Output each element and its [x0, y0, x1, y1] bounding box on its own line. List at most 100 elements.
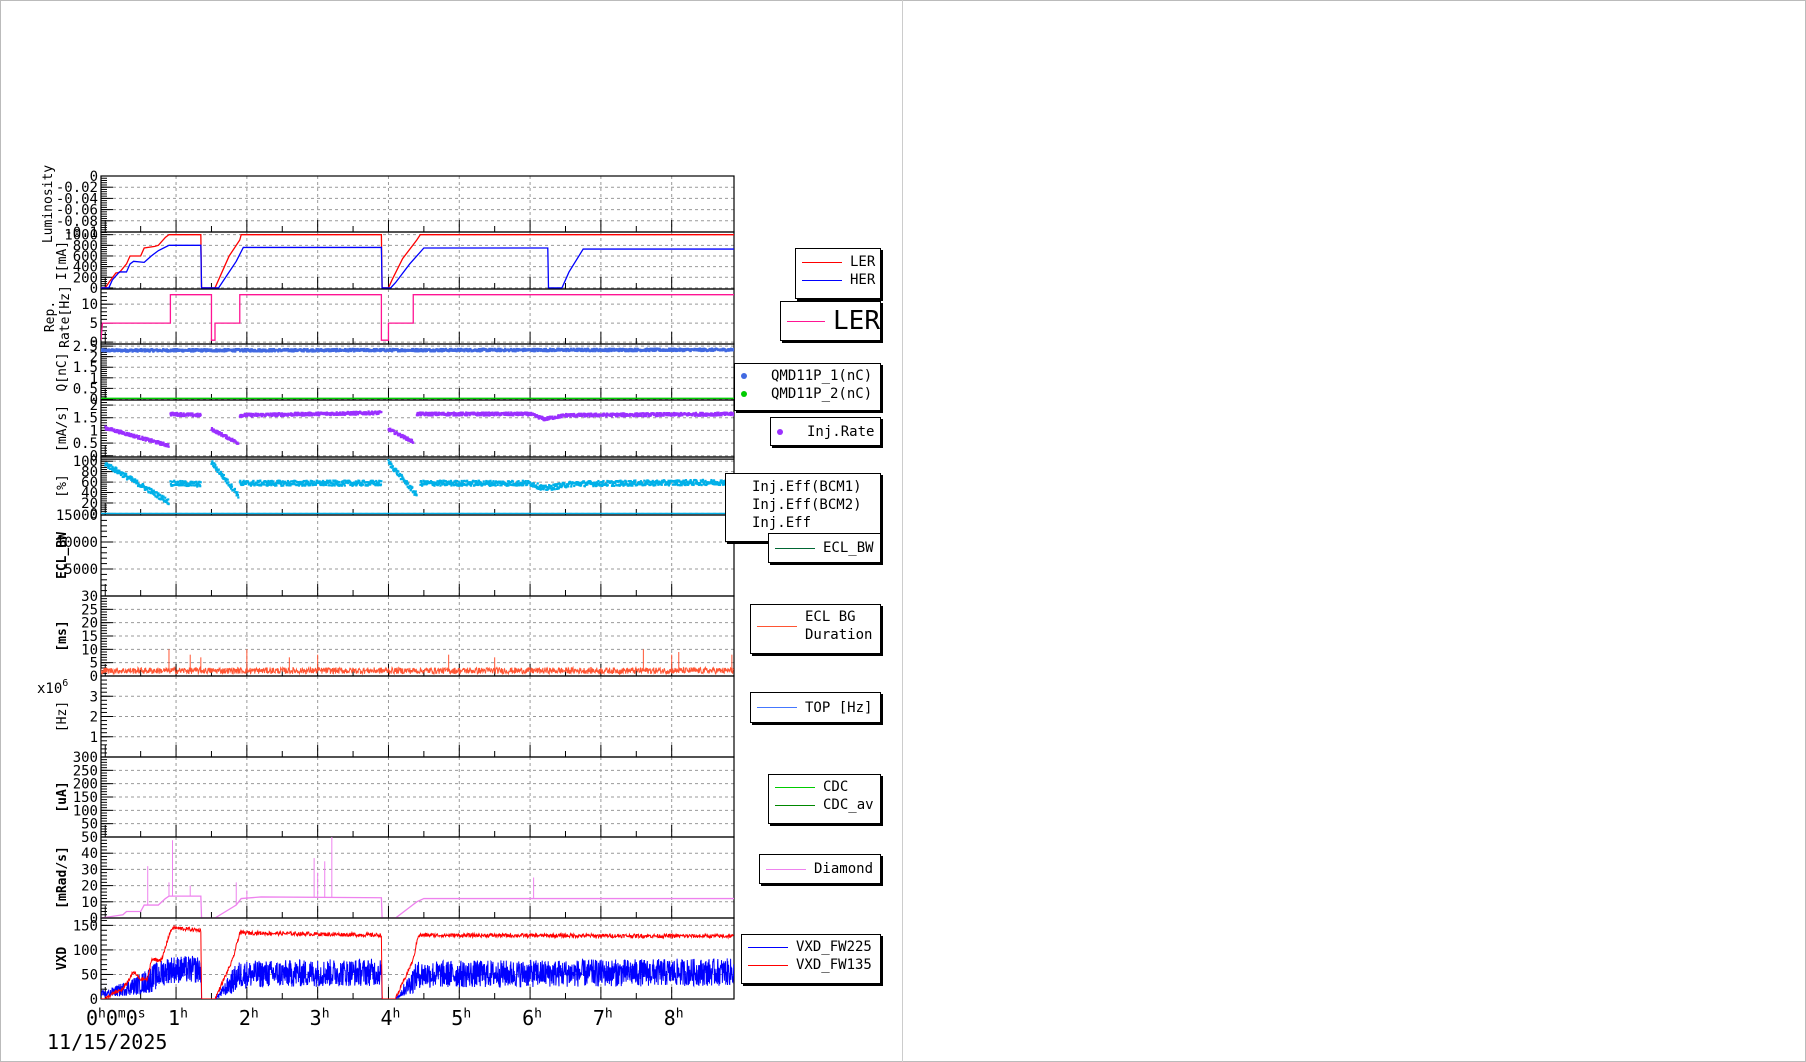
series-inj-eff-point	[415, 494, 418, 497]
series-inj-eff-point	[668, 482, 671, 485]
y-axis-label-injeff: [%]	[55, 474, 70, 497]
series-inj-rate-point	[199, 414, 202, 417]
series-inj-eff-point	[199, 481, 202, 484]
series-inj-eff-point	[494, 484, 497, 487]
series-inj-eff-point	[159, 493, 162, 496]
y-axis-exponent: x106	[37, 678, 68, 697]
panel-frame	[100, 675, 735, 758]
series-inj-eff-point	[573, 484, 576, 488]
series-inj-eff-point	[606, 484, 609, 487]
y-tick-label: 100	[73, 454, 98, 470]
y-axis-label-rep: Rep.Rate[Hz]	[43, 285, 73, 348]
exponent-power: 6	[62, 678, 68, 689]
series-inj-eff-point	[625, 480, 628, 483]
series-inj-eff-point	[230, 485, 234, 488]
series-inj-eff-point	[720, 479, 723, 482]
series-inj-eff-point	[311, 480, 314, 483]
series-inj-eff-point	[272, 480, 275, 483]
series-inj-eff-point	[567, 485, 570, 488]
series-inj-eff-point	[701, 478, 705, 481]
panel-current: 02004006008001000I[mA]	[55, 228, 735, 297]
series-inj-eff-point	[195, 480, 198, 483]
series-inj-eff-point	[314, 483, 318, 486]
series-inj-eff-point	[570, 485, 573, 488]
y-tick-label: 5	[90, 316, 98, 332]
series-ler	[101, 234, 734, 289]
y-axis-label-eclbw: ECL_BW	[55, 532, 70, 579]
series-inj-rate-point	[640, 414, 643, 418]
series-inj-eff-point	[214, 463, 217, 467]
series-inj-eff-point	[634, 479, 637, 482]
y-axis-label-injrate: [mA/s]	[55, 405, 70, 452]
series-inj-eff-point	[333, 484, 336, 487]
y-tick-label: 10	[81, 297, 98, 313]
series-inj-eff-point	[397, 470, 400, 473]
series-inj-eff-point	[226, 478, 229, 481]
y-tick-label: 2	[90, 710, 98, 726]
series-inj-eff-point	[387, 459, 390, 462]
series-inj-eff-point	[177, 480, 180, 484]
series-inj-eff-point	[325, 483, 328, 487]
series-inj-eff-point	[237, 496, 240, 499]
series-inj-eff-point	[379, 483, 383, 486]
series-inj-eff-point	[233, 487, 237, 491]
y-axis-label-top: [Hz]	[55, 701, 70, 732]
panel-injrate: 00.511.52[mA/s]	[55, 398, 735, 465]
series-inj-eff-point	[471, 482, 474, 485]
series-inj-eff-point	[460, 479, 463, 483]
y-tick-label: 15000	[56, 508, 98, 524]
y-axis-label-charge: Q[nC]	[55, 352, 70, 391]
y-axis-label-current: I[mA]	[55, 241, 70, 280]
series-inj-eff-point	[553, 488, 556, 491]
series-inj-rate-point	[412, 441, 415, 444]
series-inj-eff-point	[528, 481, 532, 484]
series-inj-eff-point	[199, 485, 202, 488]
series-inj-eff-point	[532, 482, 535, 485]
series-ler	[101, 294, 734, 341]
series-inj-eff-point	[227, 481, 230, 484]
series-inj-eff-point	[563, 482, 566, 486]
series-inj-eff-point	[337, 480, 340, 484]
series-her	[101, 244, 734, 289]
y-axis-label-eclbg: [ms]	[55, 620, 70, 651]
panel-frame	[100, 399, 735, 458]
series-inj-eff-point	[496, 483, 499, 486]
y-axis-label-line: Rate[Hz]	[58, 285, 73, 348]
panel-eclbg: 051015202530[ms]	[55, 589, 735, 685]
series-inj-eff-point	[507, 484, 510, 487]
series-inj-eff-point	[391, 465, 394, 468]
series-group-injeff	[101, 458, 734, 515]
panel-rep: 0510Rep.Rate[Hz]	[43, 285, 735, 351]
series-inj-eff-point	[328, 484, 332, 487]
series-inj-eff-point	[167, 498, 170, 501]
series-inj-eff-point	[343, 484, 346, 487]
series-inj-eff-point	[215, 466, 218, 469]
series-inj-rate-point	[138, 434, 141, 438]
series-inj-eff-point	[164, 496, 167, 499]
series-inj-eff-point	[236, 491, 239, 494]
series-inj-eff-point	[361, 483, 365, 486]
series-inj-eff-point	[515, 484, 518, 487]
series-inj-eff-point	[211, 460, 214, 463]
series-inj-rate-point	[354, 413, 357, 416]
series-inj-eff-point	[259, 479, 262, 482]
panel-lum: 0-0.02-0.04-0.06-0.08-0.1Luminosity	[41, 165, 735, 243]
series-inj-eff-point	[631, 484, 634, 487]
series-inj-eff-point	[239, 479, 242, 482]
series-ecl-bg-duration	[101, 665, 734, 676]
exponent-base: x10	[37, 681, 62, 697]
panel-frame	[100, 231, 735, 290]
y-tick-label: 30	[81, 589, 98, 605]
series-inj-eff-point	[469, 484, 473, 487]
series-inj-eff-point	[263, 483, 266, 486]
series-group-eclbg	[101, 649, 734, 676]
panel-injeff: 020406080100[%]	[55, 454, 735, 522]
series-inj-eff-point	[613, 484, 616, 487]
series-group-rep	[101, 294, 734, 341]
series-inj-eff-point	[136, 479, 139, 482]
series-inj-eff-point	[217, 468, 220, 471]
series-group-charge	[101, 347, 734, 399]
stacked-time-series-chart: 0-0.02-0.04-0.06-0.08-0.1Luminosity02004…	[37, 165, 735, 1008]
panel-frame	[100, 514, 735, 597]
series-inj-eff-point	[482, 480, 485, 483]
